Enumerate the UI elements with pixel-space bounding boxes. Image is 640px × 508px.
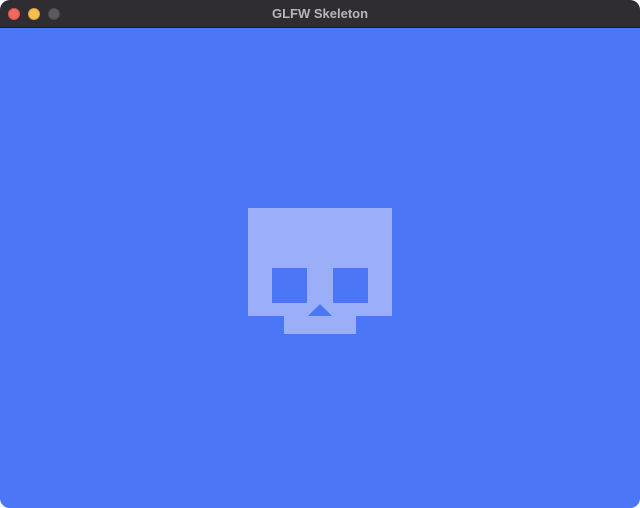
skull-shape xyxy=(248,208,392,334)
minimize-button[interactable] xyxy=(28,8,40,20)
close-button[interactable] xyxy=(8,8,20,20)
window-title: GLFW Skeleton xyxy=(271,6,369,21)
render-canvas[interactable] xyxy=(0,28,640,508)
zoom-button[interactable] xyxy=(48,8,60,20)
title-bar[interactable]: GLFW Skeleton xyxy=(0,0,640,28)
app-window: GLFW Skeleton xyxy=(0,0,640,508)
skull-icon xyxy=(248,208,392,334)
